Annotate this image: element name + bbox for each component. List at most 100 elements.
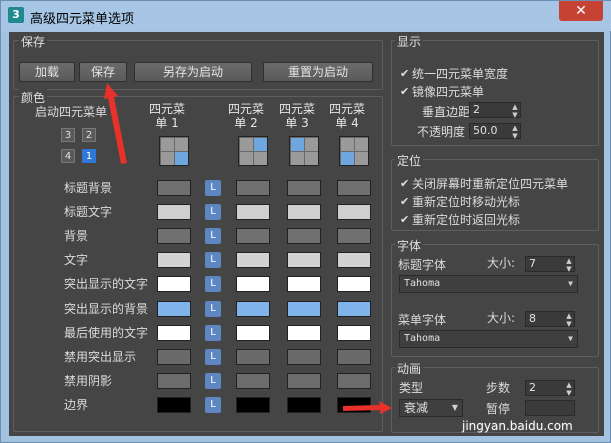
color-swatch-quad4[interactable]: [337, 373, 371, 389]
reset-to-startup-button[interactable]: 重置为启动: [263, 62, 373, 82]
chevron-down-icon: ▼: [568, 279, 573, 288]
color-swatch-quad3[interactable]: [287, 228, 321, 244]
color-row-label: 最后使用的文字: [64, 326, 149, 340]
color-swatch-quad3[interactable]: [287, 252, 321, 268]
move-cursor-checkbox[interactable]: ✔: [400, 196, 411, 207]
color-swatch-quad1[interactable]: [157, 252, 191, 268]
opacity-label: 不透明度: [417, 125, 466, 139]
anim-steps-value: 2: [529, 381, 536, 394]
color-swatch-quad4[interactable]: [337, 204, 371, 220]
mirror-checkbox[interactable]: ✔: [400, 86, 411, 97]
save-as-startup-button[interactable]: 另存为启动: [134, 62, 252, 82]
spinner-arrows-icon[interactable]: ▲▼: [565, 381, 573, 397]
mirror-label: 镜像四元菜单: [412, 85, 485, 99]
color-row-label: 标题文字: [64, 205, 113, 219]
lock-colors-button[interactable]: L: [205, 180, 221, 196]
color-swatch-quad3[interactable]: [287, 397, 321, 413]
color-swatch-quad4[interactable]: [337, 325, 371, 341]
color-swatch-quad2[interactable]: [236, 325, 270, 341]
lock-colors-button[interactable]: L: [205, 349, 221, 365]
save-button[interactable]: 保存: [79, 62, 127, 82]
column-header-quad3-line1: 四元菜: [278, 102, 315, 116]
anim-steps-spinner[interactable]: 2 ▲▼: [525, 380, 575, 397]
lock-colors-button[interactable]: L: [205, 397, 221, 413]
lock-colors-button[interactable]: L: [205, 373, 221, 389]
lock-colors-button[interactable]: L: [205, 301, 221, 317]
spinner-arrows-icon[interactable]: ▲▼: [511, 103, 519, 119]
lock-colors-button[interactable]: L: [205, 325, 221, 341]
anim-type-dropdown[interactable]: 衰减 ▼: [399, 399, 463, 417]
color-swatch-quad1[interactable]: [157, 228, 191, 244]
spinner-arrows-icon[interactable]: ▲▼: [565, 257, 573, 273]
color-swatch-quad4[interactable]: [337, 252, 371, 268]
color-swatch-quad3[interactable]: [287, 373, 321, 389]
color-swatch-quad1[interactable]: [157, 301, 191, 317]
column-header-quad1-line2: 单 1: [155, 116, 179, 130]
color-swatch-quad2[interactable]: [236, 180, 270, 196]
window-title: 高级四元菜单选项: [30, 12, 135, 27]
color-swatch-quad2[interactable]: [236, 276, 270, 292]
title-font-dropdown[interactable]: Tahoma ▼: [399, 275, 578, 293]
vertical-margin-spinner[interactable]: 2 ▲▼: [469, 102, 521, 119]
return-cursor-checkbox[interactable]: ✔: [400, 214, 411, 225]
lock-colors-button[interactable]: L: [205, 204, 221, 220]
color-swatch-quad3[interactable]: [287, 276, 321, 292]
quad-selector-3[interactable]: 3: [61, 128, 75, 142]
color-swatch-quad4[interactable]: [337, 180, 371, 196]
color-swatch-quad1[interactable]: [157, 276, 191, 292]
opacity-value: 50.0: [473, 124, 498, 137]
color-swatch-quad2[interactable]: [236, 204, 270, 220]
reposition-offscreen-checkbox[interactable]: ✔: [400, 178, 411, 189]
close-button[interactable]: ✕: [559, 1, 603, 21]
opacity-spinner[interactable]: 50.0 ▲▼: [469, 123, 521, 140]
color-swatch-quad4[interactable]: [337, 397, 371, 413]
spinner-arrows-icon[interactable]: ▲▼: [511, 124, 519, 140]
color-swatch-quad1[interactable]: [157, 373, 191, 389]
menu-font-value: Tahoma: [404, 333, 441, 344]
color-swatch-quad1[interactable]: [157, 349, 191, 365]
app-icon: 3: [8, 7, 24, 23]
menu-size-value: 8: [529, 312, 536, 325]
color-swatch-quad1[interactable]: [157, 180, 191, 196]
spinner-arrows-icon[interactable]: ▲▼: [565, 312, 573, 328]
color-swatch-quad2[interactable]: [236, 252, 270, 268]
lock-colors-button[interactable]: L: [205, 276, 221, 292]
title-size-spinner[interactable]: 7 ▲▼: [525, 256, 575, 273]
color-swatch-quad1[interactable]: [157, 204, 191, 220]
quad-selector-1[interactable]: 1: [82, 149, 96, 163]
color-swatch-quad4[interactable]: [337, 276, 371, 292]
color-swatch-quad2[interactable]: [236, 373, 270, 389]
color-swatch-quad3[interactable]: [287, 180, 321, 196]
color-swatch-quad4[interactable]: [337, 228, 371, 244]
menu-size-spinner[interactable]: 8 ▲▼: [525, 311, 575, 328]
column-header-quad1: 四元菜 单 1: [145, 102, 189, 130]
dialog-client: 保存 加载 保存 另存为启动 重置为启动 颜色 启动四元菜单 3 2 4 1 四…: [9, 32, 604, 436]
font-group-label: 字体: [395, 237, 424, 254]
title-bar[interactable]: 3 高级四元菜单选项 ✕: [1, 1, 611, 31]
color-swatch-quad3[interactable]: [287, 349, 321, 365]
color-swatch-quad3[interactable]: [287, 325, 321, 341]
lock-colors-button[interactable]: L: [205, 252, 221, 268]
color-swatch-quad1[interactable]: [157, 325, 191, 341]
color-swatch-quad1[interactable]: [157, 397, 191, 413]
color-swatch-quad4[interactable]: [337, 301, 371, 317]
move-cursor-label: 重新定位时移动光标: [412, 195, 521, 209]
color-swatch-quad2[interactable]: [236, 349, 270, 365]
color-swatch-quad3[interactable]: [287, 204, 321, 220]
quad-selector-2[interactable]: 2: [82, 128, 96, 142]
color-swatch-quad2[interactable]: [236, 301, 270, 317]
anim-pause-spinner[interactable]: [525, 400, 575, 416]
menu-font-dropdown[interactable]: Tahoma ▼: [399, 330, 578, 348]
color-swatch-quad2[interactable]: [236, 397, 270, 413]
lock-colors-button[interactable]: L: [205, 228, 221, 244]
quad-selector-4[interactable]: 4: [61, 149, 75, 163]
color-swatch-quad3[interactable]: [287, 301, 321, 317]
color-swatch-quad2[interactable]: [236, 228, 270, 244]
load-button[interactable]: 加载: [19, 62, 75, 82]
watermark-text: jingyan.baidu.com: [462, 419, 573, 433]
color-swatch-quad4[interactable]: [337, 349, 371, 365]
vertical-margin-value: 2: [473, 103, 480, 116]
color-row-label: 标题背景: [64, 181, 113, 195]
color-row-label: 禁用突出显示: [64, 350, 137, 364]
uniform-width-checkbox[interactable]: ✔: [400, 68, 411, 79]
